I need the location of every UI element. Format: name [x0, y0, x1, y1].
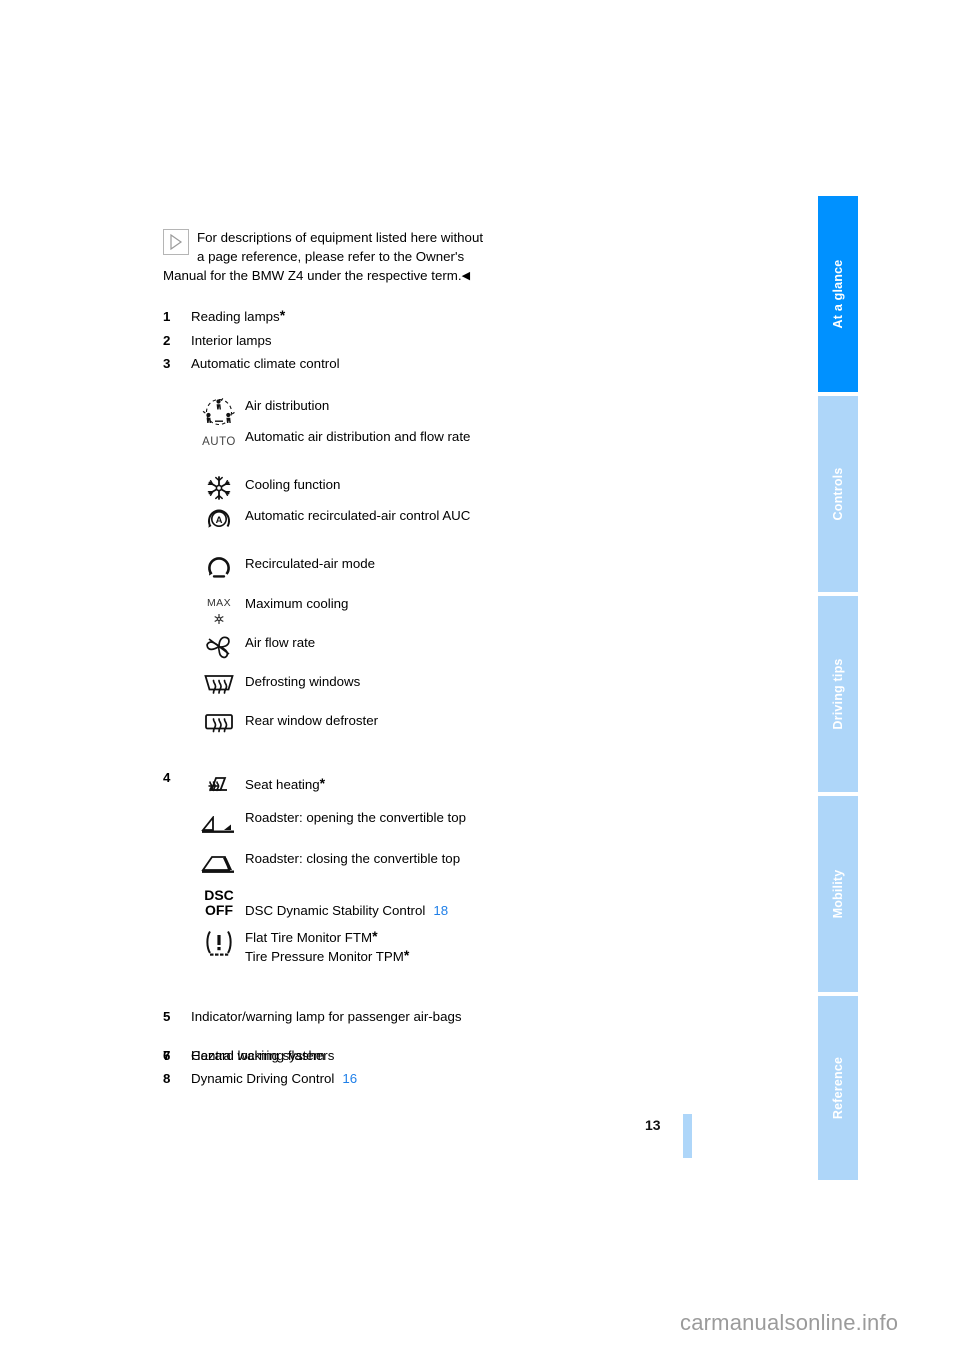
max-cooling-icon: MAX: [193, 594, 245, 625]
dsc-off-icon: DSC OFF: [193, 888, 245, 918]
note-block: For descriptions of equipment listed her…: [163, 228, 493, 286]
item-number: 2: [163, 333, 171, 348]
watermark: carmanualsonline.info: [680, 1310, 899, 1335]
item-label: Hazard warning flashers: [191, 1048, 335, 1063]
list-item-3: 3 Automatic climate control: [163, 354, 493, 373]
climate-label: Defrosting windows: [245, 674, 361, 689]
list-item-2: 2 Interior lamps: [163, 331, 493, 350]
page-number: 13: [645, 1117, 661, 1133]
page-content: For descriptions of equipment listed her…: [0, 0, 818, 1358]
control-label: Roadster: opening the convertible top: [245, 810, 467, 825]
dsc-text: DSC: [204, 887, 234, 903]
climate-row-cooling: Cooling function: [163, 475, 493, 500]
page-reference-link[interactable]: 16: [342, 1071, 357, 1086]
item-label: Automatic climate control: [191, 356, 340, 371]
tab-controls[interactable]: Controls: [818, 396, 858, 592]
note-end-marker: ◀: [461, 270, 471, 282]
fan-icon: [193, 633, 245, 666]
list-item-8: 8 Dynamic Driving Control 16: [163, 1069, 493, 1088]
item-number: 8: [163, 1071, 171, 1086]
item-label: Interior lamps: [191, 333, 272, 348]
tab-label: Controls: [831, 467, 845, 521]
climate-row-max-cooling: MAX Maximum cooling: [163, 594, 493, 624]
climate-row-fan: Air flow rate: [163, 633, 493, 659]
control-row-top-open: Roadster: opening the convertible top: [163, 808, 493, 833]
climate-label: Automatic recirculated-air control AUC: [245, 508, 471, 523]
option-star: *: [372, 928, 378, 944]
section-tab-strip: At a glance Controls Driving tips Mobili…: [818, 196, 858, 1180]
note-text: For descriptions of equipment listed her…: [163, 230, 484, 283]
convertible-top-open-icon: [193, 814, 245, 839]
seat-heating-icon: [193, 775, 245, 808]
tab-reference[interactable]: Reference: [818, 996, 858, 1180]
control-label: DSC Dynamic Stability Control 18: [245, 903, 449, 918]
option-star: *: [319, 775, 326, 791]
tab-label: Reference: [831, 1056, 845, 1120]
list-item-1: 1 Reading lamps*: [163, 307, 493, 326]
climate-label: Air flow rate: [245, 635, 316, 650]
tab-mobility[interactable]: Mobility: [818, 796, 858, 992]
max-text: MAX: [207, 597, 231, 609]
tab-at-a-glance[interactable]: At a glance: [818, 196, 858, 392]
page-edge-marker: [683, 1114, 692, 1158]
recirculation-icon: [193, 554, 245, 585]
climate-row-auto: AUTO Automatic air distribution and flow…: [163, 427, 493, 448]
climate-row-recirculation: Recirculated-air mode: [163, 554, 493, 578]
convertible-top-close-icon: [193, 855, 245, 880]
snowflake-icon: [193, 475, 245, 506]
play-triangle-outline-icon: [163, 229, 189, 255]
svg-text:A: A: [216, 515, 223, 526]
control-row-dsc: DSC OFF DSC Dynamic Stability Control 18: [163, 888, 493, 920]
tab-label: Mobility: [831, 869, 845, 919]
climate-label: Cooling function: [245, 477, 341, 492]
control-label: Seat heating*: [245, 775, 326, 792]
item-number: 3: [163, 356, 171, 371]
flat-tire-monitor-icon: [193, 928, 245, 963]
option-star: *: [279, 307, 286, 323]
rear-window-defrost-icon: [193, 711, 245, 744]
off-text: OFF: [205, 902, 233, 918]
climate-label: Air distribution: [245, 398, 330, 413]
page-reference-link[interactable]: 18: [433, 903, 448, 918]
climate-label: Maximum cooling: [245, 596, 349, 611]
tab-driving-tips[interactable]: Driving tips: [818, 596, 858, 792]
climate-label: Automatic air distribution and flow rate: [245, 429, 471, 444]
item-number: 1: [163, 309, 171, 324]
option-star: *: [403, 947, 410, 963]
climate-row-windshield-defrost: Defrosting windows: [163, 672, 493, 694]
tab-label: At a glance: [831, 259, 845, 329]
auto-text-icon: AUTO: [202, 436, 236, 448]
tab-label: Driving tips: [831, 658, 845, 730]
control-row-flat-tire-monitor: Flat Tire Monitor FTM* Tire Pressure Moni…: [163, 928, 493, 966]
climate-label: Recirculated-air mode: [245, 556, 376, 571]
list-item-7: 7 Hazard warning flashers: [163, 1046, 493, 1065]
climate-row-rear-defrost: Rear window defroster: [163, 711, 493, 733]
climate-row-auc: A Automatic recirculated-air control AUC: [163, 506, 493, 528]
item-number: 7: [163, 1048, 171, 1063]
climate-label: Rear window defroster: [245, 713, 379, 728]
control-row-seat-heating: Seat heating*: [163, 775, 493, 794]
item-label: Dynamic Driving Control 16: [191, 1071, 358, 1086]
windshield-defrost-icon: [193, 672, 245, 705]
control-row-top-close: Roadster: closing the convertible top: [163, 849, 493, 873]
climate-row-air-distribution: Air distribution: [163, 396, 493, 426]
item-label: Reading lamps*: [191, 307, 286, 324]
control-label: Flat Tire Monitor FTM* Tire Pressure Moni…: [245, 928, 410, 964]
control-label: Roadster: closing the convertible top: [245, 851, 461, 866]
auc-recirculation-auto-icon: A: [193, 506, 245, 537]
